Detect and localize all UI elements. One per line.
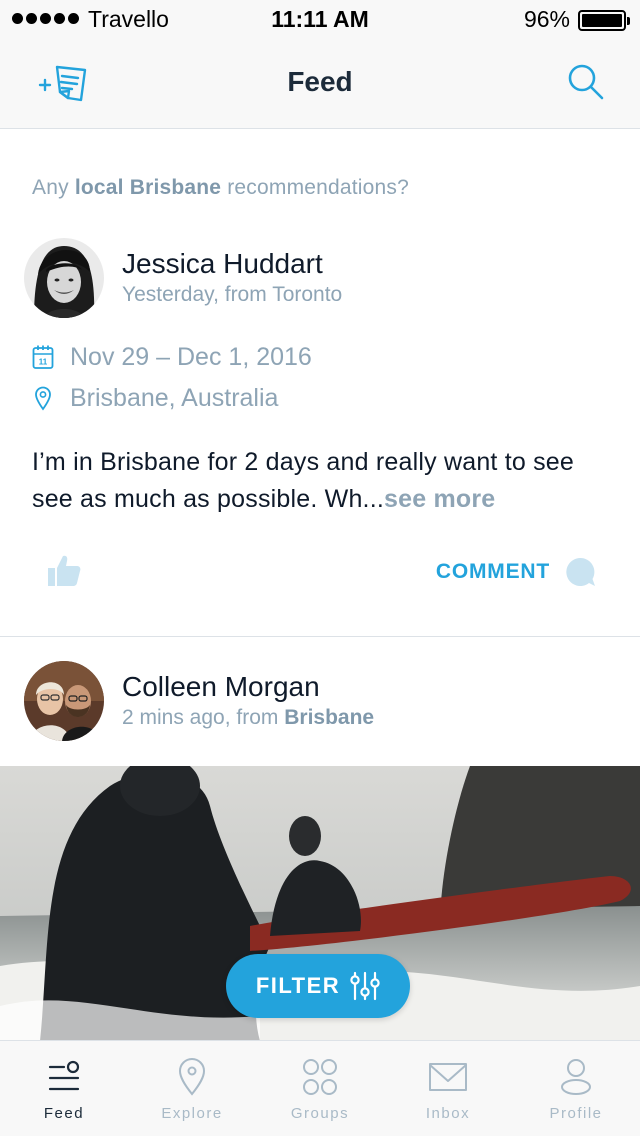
feed-icon [48,1060,80,1091]
map-pin-icon [178,1058,206,1096]
svg-text:11: 11 [39,358,48,367]
author-name[interactable]: Jessica Huddart [122,248,323,280]
tab-groups[interactable]: Groups [256,1041,384,1136]
tab-feed[interactable]: Feed [0,1041,128,1136]
trip-dates-text: Nov 29 – Dec 1, 2016 [70,343,312,371]
comment-button[interactable]: COMMENT [436,556,596,588]
tab-inbox[interactable]: Inbox [384,1041,512,1136]
comment-label: COMMENT [435,560,550,583]
map-pin-icon [35,386,51,411]
filter-button[interactable]: FILTER [226,954,410,1018]
feed-post[interactable]: Any local Brisbane recommendations? Jess… [0,130,640,637]
trip-dates: 11 Nov 29 – Dec 1, 2016 [32,342,312,372]
post-question: Any local Brisbane recommendations? [32,176,410,199]
thumbs-up-icon [48,555,81,586]
author-name[interactable]: Colleen Morgan [122,671,320,703]
tab-label: Profile [549,1105,603,1122]
battery-percentage: 96% [523,6,570,32]
trip-location: Brisbane, Australia [32,383,278,413]
speech-bubble-icon [566,557,595,586]
profile-icon [561,1059,591,1095]
tab-label: Groups [290,1105,350,1122]
tab-profile[interactable]: Profile [512,1041,640,1136]
filter-label: FILTER [255,973,341,998]
post-body: I’m in Brisbane for 2 days and really wa… [32,448,575,513]
search-button[interactable] [566,62,606,102]
page-title: Feed [287,66,353,97]
trip-location-text: Brisbane, Australia [70,384,279,412]
post-meta: 2 mins ago, from Brisbane [122,706,375,729]
status-bar: Travello 11:11 AM 96% [0,0,640,40]
envelope-icon [429,1063,467,1091]
tab-label: Inbox [425,1105,471,1122]
groups-icon [303,1059,337,1095]
tab-explore[interactable]: Explore [128,1041,256,1136]
search-icon [568,64,604,100]
tab-label: Explore [161,1105,223,1122]
see-more-link[interactable]: see more [384,485,495,513]
avatar[interactable] [24,238,104,318]
navigation-bar: Feed [0,40,640,129]
tab-label: Feed [43,1105,85,1122]
meta-place: Brisbane [284,706,375,729]
sliders-icon [350,971,380,1001]
tab-bar: Feed Explore Groups Inbox Profile [0,1040,640,1136]
like-button[interactable] [44,550,84,590]
calendar-icon: 11 [32,345,54,369]
post-meta: Yesterday, from Toronto [122,283,343,306]
battery-icon [578,10,630,31]
avatar[interactable] [24,661,104,741]
question-highlight: local Brisbane [74,176,222,199]
